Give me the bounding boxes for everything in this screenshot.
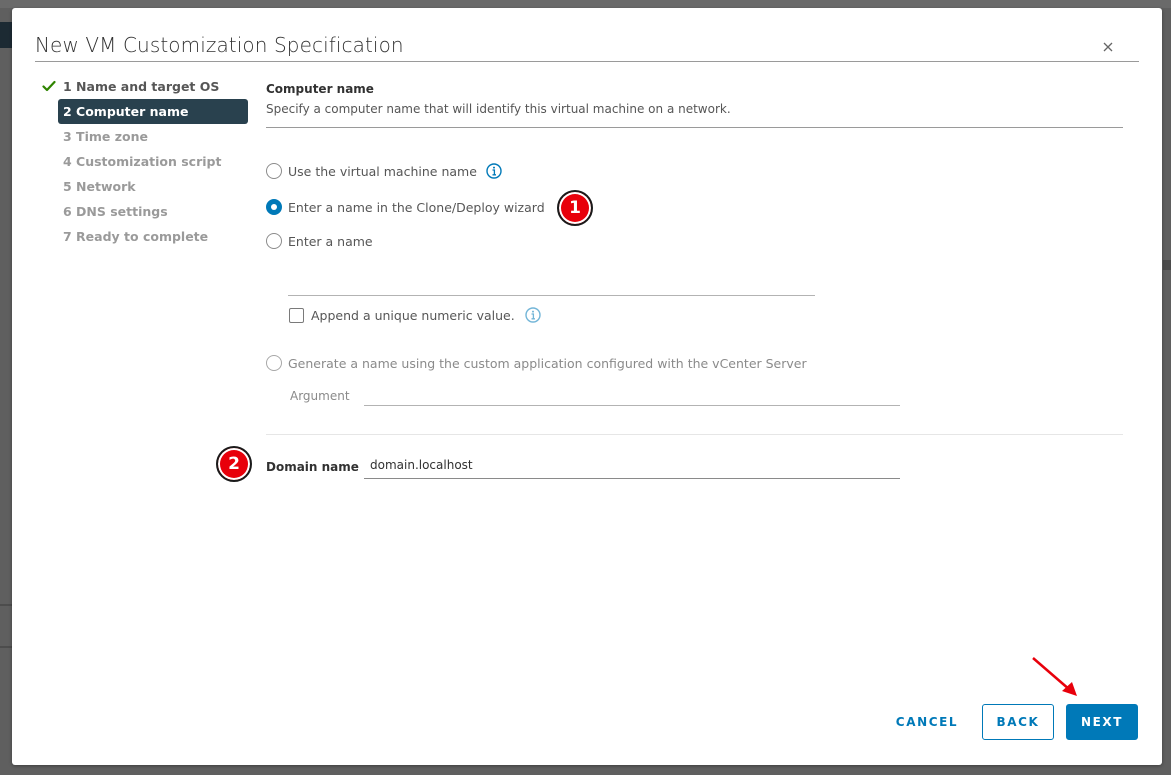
- step-computer-name[interactable]: 2 Computer name: [58, 99, 248, 124]
- step-dns-settings[interactable]: 6 DNS settings: [42, 199, 248, 224]
- section-divider: [266, 434, 1123, 435]
- customization-spec-dialog: New VM Customization Specification 1 Nam…: [12, 8, 1162, 765]
- section-divider: [266, 127, 1123, 128]
- close-button[interactable]: [1099, 38, 1117, 56]
- step-name-and-target-os[interactable]: 1 Name and target OS: [42, 74, 248, 99]
- domain-name-input[interactable]: [364, 454, 900, 479]
- step-label: 2 Computer name: [63, 104, 189, 119]
- option-label: Enter a name in the Clone/Deploy wizard: [288, 199, 545, 215]
- option-label: Enter a name: [288, 233, 373, 249]
- radio-button[interactable]: [266, 163, 282, 179]
- step-network[interactable]: 5 Network: [42, 174, 248, 199]
- append-numeric-checkbox[interactable]: [289, 307, 304, 323]
- radio-button-selected[interactable]: [266, 199, 282, 215]
- step-label: 7 Ready to complete: [63, 229, 209, 244]
- title-divider: [35, 61, 1139, 62]
- step-label: 3 Time zone: [63, 129, 148, 144]
- backdrop-app-bar: [0, 0, 1171, 8]
- backdrop-divider: [0, 604, 12, 606]
- step-label: 5 Network: [63, 179, 136, 194]
- checkbox-label: Append a unique numeric value.: [311, 307, 515, 323]
- step-ready-to-complete[interactable]: 7 Ready to complete: [42, 224, 248, 249]
- domain-name-label: Domain name: [266, 460, 359, 474]
- next-button[interactable]: NEXT: [1066, 704, 1138, 740]
- argument-input[interactable]: [364, 384, 900, 406]
- argument-label: Argument: [290, 389, 350, 403]
- section-description: Specify a computer name that will identi…: [266, 102, 731, 116]
- section-title: Computer name: [266, 82, 374, 96]
- info-icon[interactable]: [525, 307, 541, 323]
- computer-name-input[interactable]: [288, 274, 815, 296]
- cancel-button[interactable]: CANCEL: [885, 704, 969, 740]
- option-label: Use the virtual machine name: [288, 163, 477, 179]
- radio-button[interactable]: [266, 355, 282, 371]
- annotation-badge-1: 1: [557, 190, 593, 226]
- check-icon: [42, 80, 56, 92]
- option-use-vm-name[interactable]: Use the virtual machine name: [266, 162, 502, 180]
- option-enter-in-wizard[interactable]: Enter a name in the Clone/Deploy wizard: [266, 198, 545, 216]
- annotation-badge-2: 2: [216, 446, 252, 482]
- step-label: 1 Name and target OS: [63, 79, 220, 94]
- close-icon: [1103, 42, 1113, 52]
- append-numeric-checkbox-row[interactable]: Append a unique numeric value.: [289, 307, 541, 323]
- step-label: 6 DNS settings: [63, 204, 168, 219]
- dialog-title: New VM Customization Specification: [35, 33, 404, 57]
- back-button[interactable]: BACK: [982, 704, 1054, 740]
- backdrop-divider: [0, 646, 12, 648]
- info-icon[interactable]: [486, 163, 502, 179]
- wizard-steps: 1 Name and target OS 2 Computer name 3 T…: [42, 74, 248, 249]
- radio-button[interactable]: [266, 233, 282, 249]
- backdrop-divider: [1163, 260, 1171, 270]
- step-label: 4 Customization script: [63, 154, 222, 169]
- annotation-arrow-icon: [1032, 657, 1077, 696]
- option-custom-application[interactable]: Generate a name using the custom applica…: [266, 354, 807, 372]
- option-enter-a-name[interactable]: Enter a name: [266, 232, 373, 250]
- computer-name-panel: Computer name Specify a computer name th…: [266, 78, 1123, 479]
- step-time-zone[interactable]: 3 Time zone: [42, 124, 248, 149]
- option-label: Generate a name using the custom applica…: [288, 355, 807, 371]
- backdrop-header-strip: [0, 22, 12, 48]
- step-customization-script[interactable]: 4 Customization script: [42, 149, 248, 174]
